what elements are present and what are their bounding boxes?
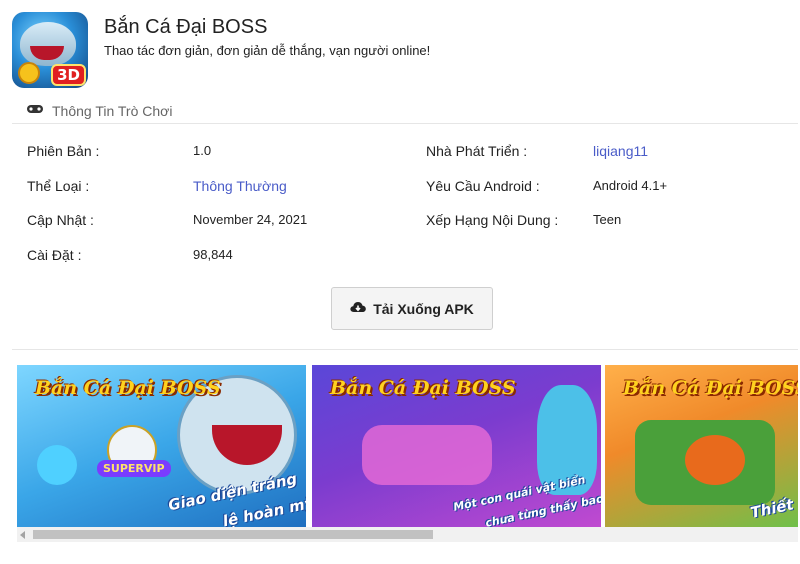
info-row-updated: Cập Nhật : November 24, 2021 Xếp Hạng Nộ… (0, 212, 800, 232)
scrollbar-thumb[interactable] (33, 530, 433, 539)
divider (12, 349, 798, 350)
download-apk-button[interactable]: Tải Xuống APK (331, 287, 493, 330)
screenshot-logo: Bắn Cá Đại BOSS (623, 377, 798, 399)
developer-label: Nhà Phát Triển : (426, 143, 528, 159)
app-title: Bắn Cá Đại BOSS (104, 16, 268, 38)
screenshot-1[interactable]: SUPERVIP Bắn Cá Đại BOSS Giao diện tráng… (17, 365, 306, 527)
developer-link[interactable]: liqiang11 (593, 143, 648, 159)
coin-icon (18, 62, 40, 84)
info-row-category: Thể Loại : Thông Thường Yêu Cầu Android … (0, 178, 800, 198)
updated-label: Cập Nhật : (27, 212, 94, 228)
download-label: Tải Xuống APK (373, 300, 474, 317)
android-label: Yêu Cầu Android : (426, 178, 540, 194)
android-value: Android 4.1+ (593, 178, 668, 193)
screenshot-gallery[interactable]: SUPERVIP Bắn Cá Đại BOSS Giao diện tráng… (17, 365, 798, 527)
category-label: Thể Loại : (27, 178, 90, 194)
fish-image (685, 435, 745, 485)
version-label: Phiên Bản : (27, 143, 100, 159)
screenshot-3[interactable]: Bắn Cá Đại BOSS Thiết kế (605, 365, 798, 527)
divider (12, 123, 798, 124)
app-header: 3D Bắn Cá Đại BOSS Thao tác đơn giản, đơ… (12, 12, 792, 92)
gamepad-icon (26, 102, 44, 120)
supervip-badge: SUPERVIP (97, 460, 171, 477)
rating-label: Xếp Hạng Nội Dung : (426, 212, 559, 228)
app-icon-badge: 3D (51, 64, 86, 86)
info-row-version: Phiên Bản : 1.0 Nhà Phát Triển : liqiang… (0, 143, 800, 163)
screenshot-logo: Bắn Cá Đại BOSS (35, 377, 221, 399)
section-title: Thông Tin Trò Chơi (52, 103, 173, 119)
horizontal-scrollbar[interactable] (17, 527, 798, 542)
installs-label: Cài Đặt : (27, 247, 82, 263)
section-header: Thông Tin Trò Chơi (26, 101, 172, 121)
app-subtitle: Thao tác đơn giản, đơn giản dễ thắng, vạ… (104, 43, 431, 58)
info-row-installs: Cài Đặt : 98,844 (0, 247, 800, 267)
version-value: 1.0 (193, 143, 212, 158)
cloud-download-icon (350, 301, 367, 317)
seal-image (37, 445, 77, 485)
installs-value: 98,844 (193, 247, 233, 262)
screenshot-logo: Bắn Cá Đại BOSS (330, 377, 516, 399)
scroll-left-arrow-icon[interactable] (20, 531, 25, 539)
category-link[interactable]: Thông Thường (193, 178, 287, 194)
screenshot-2[interactable]: Bắn Cá Đại BOSS Một con quái vật biển ch… (312, 365, 601, 527)
rating-value: Teen (593, 212, 622, 227)
updated-value: November 24, 2021 (193, 212, 308, 227)
play-area-image (362, 425, 492, 485)
app-icon: 3D (12, 12, 88, 88)
